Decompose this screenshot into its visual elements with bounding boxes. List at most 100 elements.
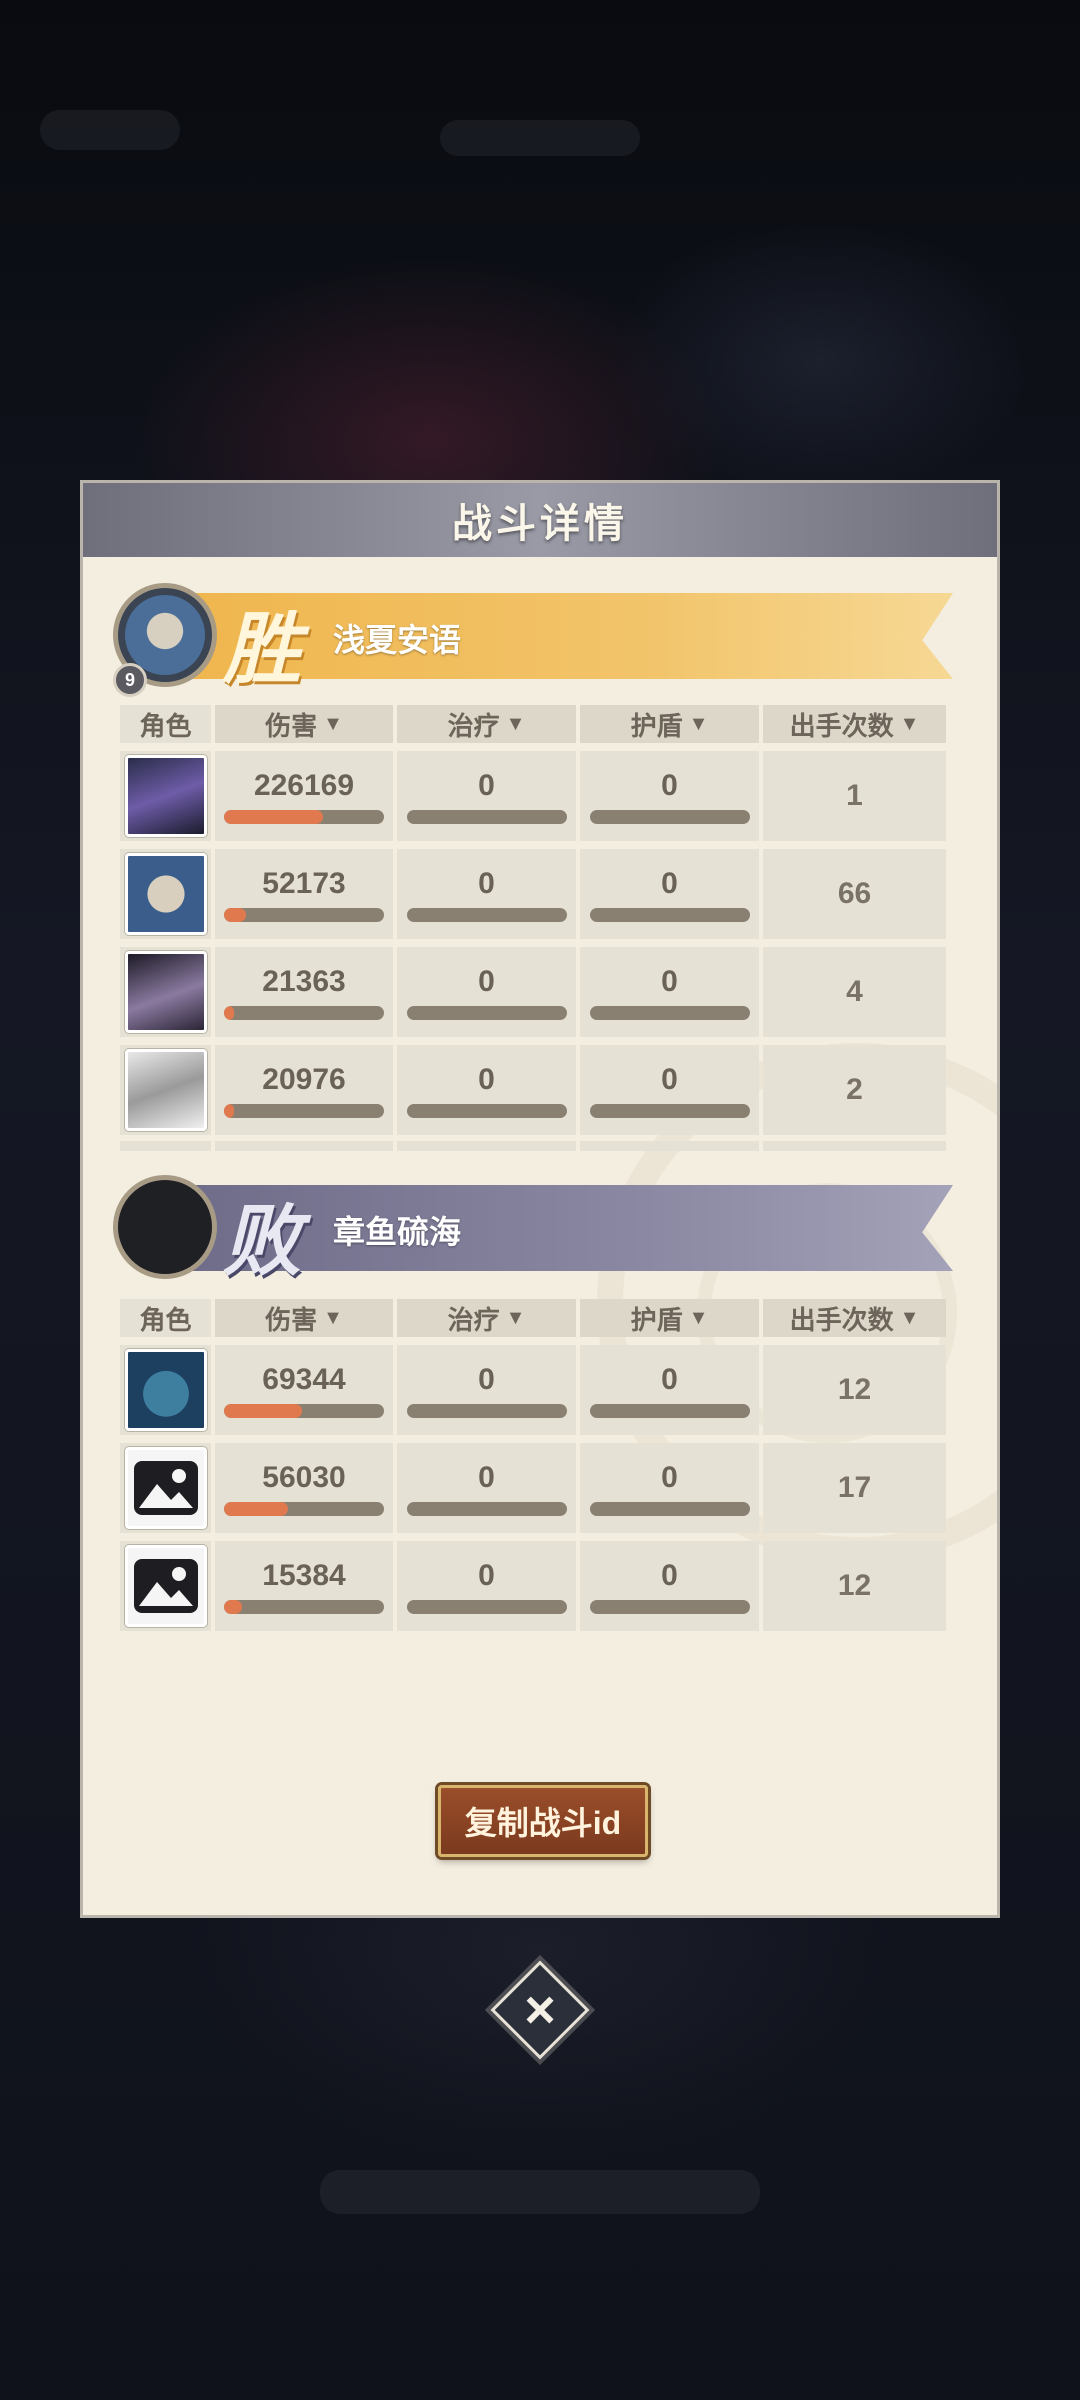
column-damage-sort[interactable]: 伤害 ▼	[215, 705, 393, 743]
role-cell	[120, 1045, 211, 1135]
dialog-title: 战斗详情	[452, 502, 628, 546]
damage-cell: 56030	[215, 1443, 393, 1533]
shield-bar	[589, 1600, 750, 1614]
character-portrait[interactable]	[124, 951, 207, 1033]
table-row: 21363 0 0 4	[120, 947, 950, 1037]
damage-cell: 15384	[215, 1541, 393, 1631]
shield-bar	[589, 1006, 750, 1020]
damage-bar	[224, 1006, 384, 1020]
loser-banner: 败 章鱼硫海	[113, 1175, 953, 1287]
column-role: 角色	[120, 705, 211, 743]
copy-battle-id-button[interactable]: 复制战斗id	[438, 1785, 648, 1857]
damage-bar	[224, 1502, 384, 1516]
column-heal-sort[interactable]: 治疗 ▼	[397, 1299, 576, 1337]
character-portrait[interactable]	[124, 853, 207, 935]
actions-cell: 2	[763, 1045, 946, 1135]
blurred-hud	[440, 120, 640, 156]
sort-down-icon: ▼	[323, 712, 343, 735]
loser-team-name: 章鱼硫海	[333, 1214, 462, 1250]
partially-visible-row[interactable]	[120, 1141, 950, 1151]
actions-cell: 66	[763, 849, 946, 939]
sort-down-icon: ▼	[899, 712, 920, 735]
table-row: 15384 0 0 12	[120, 1541, 950, 1631]
copy-button-label: 复制战斗id	[464, 1805, 622, 1841]
shield-cell: 0	[580, 1345, 759, 1435]
shield-cell: 0	[580, 849, 759, 939]
shield-cell: 0	[580, 1541, 759, 1631]
result-lose-label: 败	[223, 1196, 302, 1287]
table-row: 226169 0 0 1	[120, 751, 950, 841]
placeholder-image-icon[interactable]	[124, 1545, 207, 1627]
damage-cell: 69344	[215, 1345, 393, 1435]
sort-down-icon: ▼	[899, 1306, 920, 1329]
character-portrait[interactable]	[124, 755, 207, 837]
damage-cell: 20976	[215, 1045, 393, 1135]
heal-bar	[406, 810, 567, 824]
heal-cell: 0	[397, 751, 576, 841]
shield-bar	[589, 1502, 750, 1516]
role-cell	[120, 1443, 211, 1533]
dialog-header: 战斗详情	[83, 483, 997, 557]
avatar-image	[125, 595, 205, 675]
winner-team-name: 浅夏安语	[333, 622, 462, 658]
column-shield-sort[interactable]: 护盾 ▼	[580, 705, 759, 743]
heal-bar	[406, 1404, 567, 1418]
loser-avatar[interactable]	[113, 1175, 217, 1279]
loser-stats-table: 角色 伤害 ▼ 治疗 ▼ 护盾 ▼ 出手次数 ▼ 69344 0 0 12 56030 …	[120, 1299, 950, 1631]
table-header: 角色 伤害 ▼ 治疗 ▼ 护盾 ▼ 出手次数 ▼	[120, 1299, 950, 1337]
role-cell	[120, 1541, 211, 1631]
placeholder-image-icon[interactable]	[124, 1447, 207, 1529]
column-actions-sort[interactable]: 出手次数 ▼	[763, 1299, 946, 1337]
role-cell	[120, 849, 211, 939]
shield-bar	[589, 810, 750, 824]
level-badge: 9	[113, 663, 147, 697]
heal-cell: 0	[397, 1443, 576, 1533]
character-portrait[interactable]	[124, 1049, 207, 1131]
table-header: 角色 伤害 ▼ 治疗 ▼ 护盾 ▼ 出手次数 ▼	[120, 705, 950, 743]
column-heal-sort[interactable]: 治疗 ▼	[397, 705, 576, 743]
table-row: 69344 0 0 12	[120, 1345, 950, 1435]
shield-bar	[589, 1404, 750, 1418]
sort-down-icon: ▼	[688, 712, 709, 735]
heal-bar	[406, 1006, 567, 1020]
actions-cell: 1	[763, 751, 946, 841]
heal-bar	[406, 908, 567, 922]
damage-bar	[224, 1600, 384, 1614]
sort-down-icon: ▼	[505, 1306, 526, 1329]
winner-banner: 9 胜 浅夏安语	[113, 583, 953, 697]
winner-stats-table: 角色 伤害 ▼ 治疗 ▼ 护盾 ▼ 出手次数 ▼ 226169 0 0 1 52173 …	[120, 705, 950, 1151]
damage-cell: 21363	[215, 947, 393, 1037]
result-win-label: 胜	[223, 604, 302, 695]
actions-cell: 12	[763, 1345, 946, 1435]
shield-bar	[589, 1104, 750, 1118]
close-icon[interactable]: ×	[505, 1975, 575, 2045]
heal-cell: 0	[397, 947, 576, 1037]
shield-cell: 0	[580, 947, 759, 1037]
sort-down-icon: ▼	[688, 1306, 709, 1329]
sort-down-icon: ▼	[323, 1306, 343, 1329]
blurred-hud	[40, 110, 180, 150]
actions-cell: 17	[763, 1443, 946, 1533]
battle-details-dialog: 战斗详情 9 胜 浅夏安语 角色 伤害 ▼ 治疗 ▼ 护盾 ▼ 出手次数 ▼ 22616…	[80, 480, 1000, 1918]
table-row: 20976 0 0 2	[120, 1045, 950, 1135]
heal-cell: 0	[397, 1045, 576, 1135]
damage-bar	[224, 908, 384, 922]
column-shield-sort[interactable]: 护盾 ▼	[580, 1299, 759, 1337]
character-portrait[interactable]	[124, 1349, 207, 1431]
sort-down-icon: ▼	[505, 712, 526, 735]
damage-bar	[224, 1404, 384, 1418]
column-damage-sort[interactable]: 伤害 ▼	[215, 1299, 393, 1337]
blurred-hud	[320, 2170, 760, 2214]
heal-bar	[406, 1600, 567, 1614]
heal-bar	[406, 1502, 567, 1516]
heal-cell: 0	[397, 1345, 576, 1435]
shield-cell: 0	[580, 751, 759, 841]
shield-cell: 0	[580, 1045, 759, 1135]
table-row: 52173 0 0 66	[120, 849, 950, 939]
damage-cell: 52173	[215, 849, 393, 939]
column-actions-sort[interactable]: 出手次数 ▼	[763, 705, 946, 743]
heal-bar	[406, 1104, 567, 1118]
heal-cell: 0	[397, 849, 576, 939]
role-cell	[120, 751, 211, 841]
shield-cell: 0	[580, 1443, 759, 1533]
